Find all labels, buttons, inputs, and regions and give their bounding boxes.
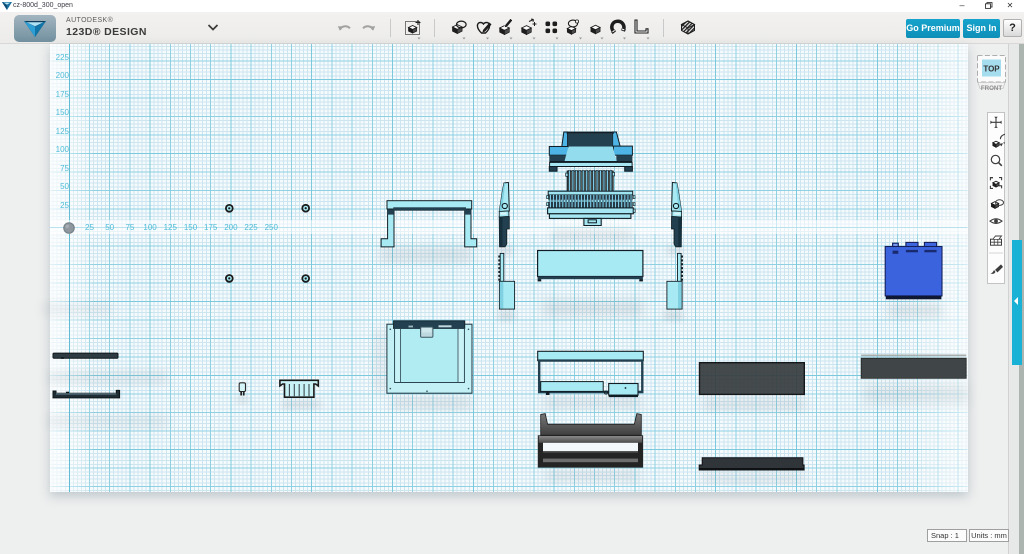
svg-text:TOP: TOP (983, 65, 1000, 74)
svg-text:FRONT: FRONT (981, 85, 1003, 89)
